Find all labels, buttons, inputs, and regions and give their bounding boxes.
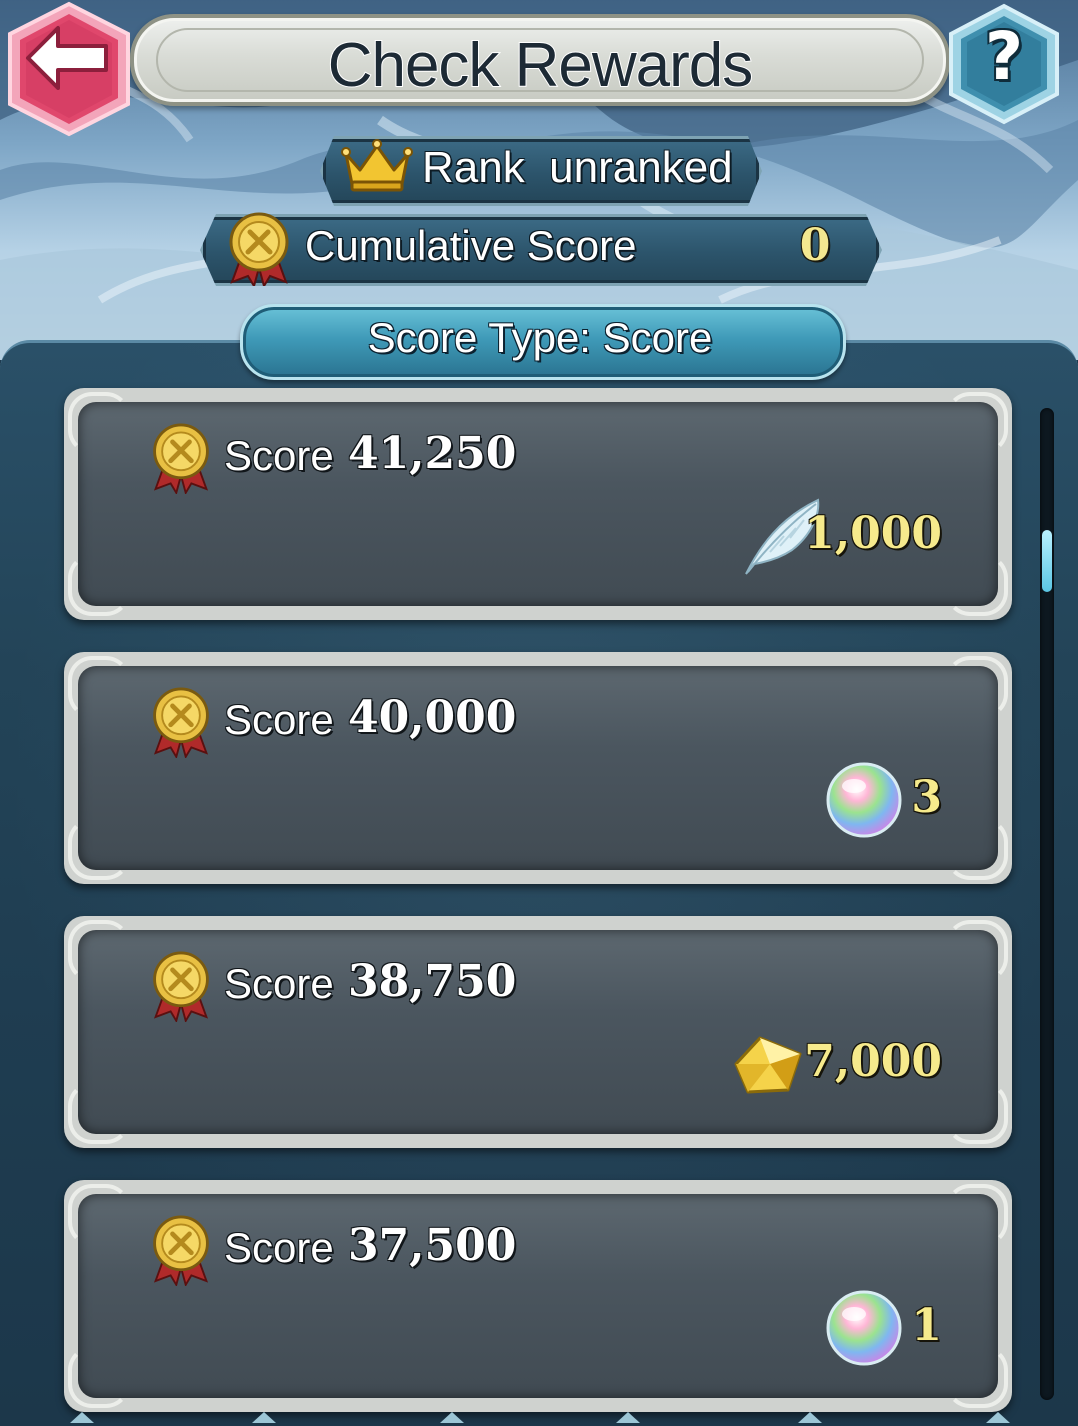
- card-corner: [68, 818, 130, 880]
- reward-card: Score 38,750 7,000: [64, 916, 1012, 1148]
- reward-card: Score 37,500 1: [64, 1180, 1012, 1412]
- help-button[interactable]: ?: [945, 2, 1063, 126]
- score-threshold: 40,000: [348, 692, 517, 743]
- cumulative-score-value: 0: [799, 220, 831, 271]
- card-corner: [946, 554, 1008, 616]
- reward-quantity: 7,000: [804, 1036, 942, 1087]
- score-threshold: 37,500: [348, 1220, 517, 1271]
- crystal-icon: [734, 1036, 802, 1094]
- reward-card: Score 41,250 1,000: [64, 388, 1012, 620]
- card-corner: [68, 920, 130, 982]
- card-corner: [946, 818, 1008, 880]
- score-threshold: 38,750: [348, 956, 517, 1007]
- card-corner: [946, 656, 1008, 718]
- score-medal-icon: [153, 423, 209, 494]
- bottom-decoration: [70, 1412, 1010, 1423]
- score-label: Score: [224, 432, 334, 479]
- reward-quantity: 1,000: [804, 508, 942, 559]
- score-medal-icon: [153, 1215, 209, 1286]
- help-label: ?: [984, 18, 1024, 95]
- orb-icon: [826, 762, 902, 838]
- title-bar: Check Rewards: [130, 10, 950, 110]
- reward-card: Score 40,000 3: [64, 652, 1012, 884]
- score-label: Score: [224, 1224, 334, 1271]
- card-corner: [946, 392, 1008, 454]
- card-corner: [946, 1184, 1008, 1246]
- page-title: Check Rewards: [327, 30, 755, 101]
- card-corner: [68, 656, 130, 718]
- crown-icon: [341, 139, 413, 192]
- orb-icon: [826, 1290, 902, 1366]
- back-arrow-icon: [8, 1, 130, 137]
- cumulative-score-label: Cumulative Score: [305, 222, 637, 269]
- reward-quantity: 3: [911, 772, 942, 823]
- reward-quantity: 1: [911, 1300, 942, 1351]
- card-corner: [946, 920, 1008, 982]
- score-medal-icon: [153, 687, 209, 758]
- score-medal-icon: [229, 212, 289, 286]
- score-label: Score: [224, 696, 334, 743]
- score-type-label: Score Type: Score: [367, 314, 713, 361]
- card-corner: [946, 1082, 1008, 1144]
- card-corner: [68, 1184, 130, 1246]
- card-corner: [68, 392, 130, 454]
- score-medal-icon: [153, 951, 209, 1022]
- score-threshold: 41,250: [348, 428, 517, 479]
- card-corner: [68, 1082, 130, 1144]
- card-corner: [946, 1346, 1008, 1408]
- card-corner: [68, 554, 130, 616]
- score-label: Score: [224, 960, 334, 1007]
- card-body: [78, 402, 998, 606]
- rank-label: Rank unranked: [422, 143, 733, 192]
- card-body: [78, 930, 998, 1134]
- scrollbar-thumb[interactable]: [1042, 530, 1052, 592]
- card-corner: [68, 1346, 130, 1408]
- back-button[interactable]: [0, 0, 138, 138]
